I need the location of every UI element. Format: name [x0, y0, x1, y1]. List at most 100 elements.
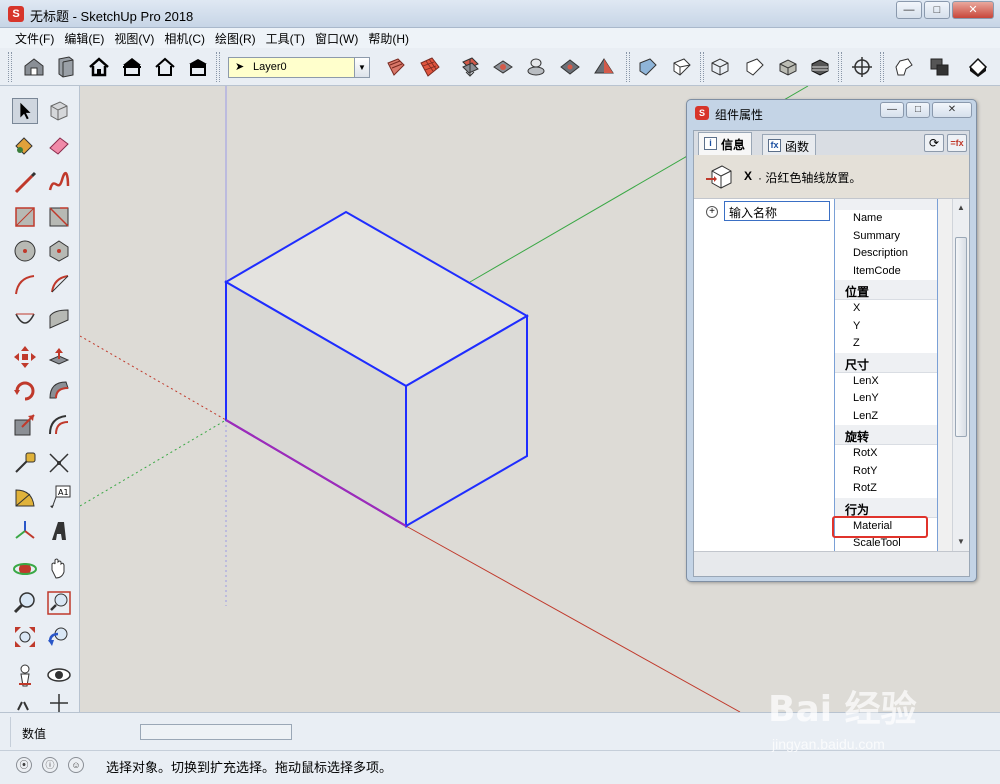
- tab-functions[interactable]: fx 函数: [762, 134, 817, 155]
- pencil-line-icon[interactable]: [12, 170, 38, 196]
- pan-icon[interactable]: [46, 556, 72, 582]
- shaded-icon[interactable]: [708, 55, 732, 79]
- offset-icon[interactable]: [46, 412, 72, 438]
- tab-info[interactable]: i 信息: [698, 132, 753, 155]
- zoom-window-icon[interactable]: [46, 590, 72, 616]
- scroll-down-icon[interactable]: ▼: [953, 535, 969, 549]
- dimension-icon[interactable]: [46, 450, 72, 476]
- tape-measure-icon[interactable]: [12, 450, 38, 476]
- rotated-rectangle-icon[interactable]: [46, 204, 72, 230]
- menu-file[interactable]: 文件(F): [10, 28, 59, 48]
- follow-me-icon[interactable]: [46, 378, 72, 404]
- toolbar-grip[interactable]: [838, 52, 842, 82]
- sandbox-icon[interactable]: [418, 55, 442, 79]
- xray-icon[interactable]: [592, 55, 616, 79]
- polygon-icon[interactable]: [46, 238, 72, 264]
- attribute-item[interactable]: Summary: [835, 228, 937, 246]
- section-icon[interactable]: [384, 55, 408, 79]
- attribute-item[interactable]: LenX: [835, 373, 937, 391]
- hidden-line-icon[interactable]: [670, 55, 694, 79]
- minimize-button[interactable]: —: [896, 1, 922, 19]
- attribute-item[interactable]: LenY: [835, 390, 937, 408]
- pie-icon[interactable]: [46, 272, 72, 298]
- text-icon[interactable]: A1: [46, 484, 72, 510]
- menu-window[interactable]: 窗口(W): [310, 28, 363, 48]
- toolbar-grip[interactable]: [216, 52, 220, 82]
- maximize-button[interactable]: □: [924, 1, 950, 19]
- menu-draw[interactable]: 绘图(R): [210, 28, 261, 48]
- attribute-item[interactable]: RotZ: [835, 480, 937, 498]
- eraser-icon[interactable]: [46, 132, 72, 158]
- credits-icon[interactable]: ⓘ: [42, 757, 58, 773]
- chevron-down-icon[interactable]: ▼: [354, 58, 369, 77]
- home-icon[interactable]: [87, 55, 111, 79]
- close-button[interactable]: ✕: [952, 1, 994, 19]
- walk-tool-icon[interactable]: [12, 692, 38, 712]
- menu-view[interactable]: 视图(V): [109, 28, 159, 48]
- measurements-input[interactable]: [140, 724, 292, 740]
- formula-toggle-icon[interactable]: =fx: [947, 134, 967, 152]
- rotate-icon[interactable]: [12, 378, 38, 404]
- user-icon[interactable]: ☺: [68, 757, 84, 773]
- attribute-item[interactable]: LenZ: [835, 408, 937, 426]
- attribute-item[interactable]: Z: [835, 335, 937, 353]
- protractor-icon[interactable]: [12, 484, 38, 510]
- scroll-up-icon[interactable]: ▲: [953, 201, 969, 215]
- walk-icon[interactable]: [524, 55, 548, 79]
- orbit-icon[interactable]: [12, 556, 38, 582]
- axes-tool-icon[interactable]: [12, 518, 38, 544]
- previous-view-icon[interactable]: [46, 624, 72, 650]
- menu-tools[interactable]: 工具(T): [261, 28, 310, 48]
- circle-icon[interactable]: [12, 238, 38, 264]
- menu-help[interactable]: 帮助(H): [363, 28, 414, 48]
- box-component[interactable]: [224, 210, 530, 528]
- two-point-arc-icon[interactable]: [12, 306, 38, 332]
- geo-location-icon[interactable]: ⦿: [16, 757, 32, 773]
- freehand-icon[interactable]: [46, 170, 72, 196]
- dialog-maximize-button[interactable]: □: [906, 102, 930, 118]
- rectangle-icon[interactable]: [12, 204, 38, 230]
- layer-dropdown[interactable]: ➤ Layer0 ▼: [228, 57, 370, 78]
- toolbar-grip[interactable]: [626, 52, 630, 82]
- solid-tools-icon[interactable]: [928, 55, 952, 79]
- attribute-item[interactable]: Description: [835, 245, 937, 263]
- attribute-item[interactable]: RotX: [835, 445, 937, 463]
- position-camera-tool-icon[interactable]: [12, 662, 38, 688]
- wireframe-icon[interactable]: [636, 55, 660, 79]
- house-icon[interactable]: [120, 55, 144, 79]
- attribute-item[interactable]: RotY: [835, 463, 937, 481]
- scale-icon[interactable]: [12, 412, 38, 438]
- move-icon[interactable]: [12, 344, 38, 370]
- monochrome-icon[interactable]: [743, 55, 767, 79]
- expand-icon[interactable]: +: [706, 206, 718, 218]
- refresh-icon[interactable]: ⟳: [924, 134, 944, 152]
- styles-icon[interactable]: [808, 55, 832, 79]
- dialog-close-button[interactable]: ✕: [932, 102, 972, 118]
- scroll-thumb[interactable]: [955, 237, 967, 437]
- warehouse-icon[interactable]: [22, 55, 46, 79]
- attribute-item[interactable]: Name: [835, 210, 937, 228]
- toolbar-grip[interactable]: [700, 52, 704, 82]
- paint-bucket-icon[interactable]: [12, 132, 38, 158]
- section-plane-icon[interactable]: [46, 692, 72, 712]
- texture-icon[interactable]: [458, 55, 482, 79]
- toolbar-grip[interactable]: [880, 52, 884, 82]
- attribute-item[interactable]: Y: [835, 318, 937, 336]
- menu-camera[interactable]: 相机(C): [159, 28, 210, 48]
- building-icon[interactable]: [186, 55, 210, 79]
- component-icon[interactable]: [54, 55, 78, 79]
- back-edges-icon[interactable]: [776, 55, 800, 79]
- toolbar-grip[interactable]: [8, 52, 12, 82]
- attribute-item[interactable]: X: [835, 300, 937, 318]
- 3d-text-icon[interactable]: [46, 518, 72, 544]
- zoom-icon[interactable]: [12, 590, 38, 616]
- outline-house-icon[interactable]: [153, 55, 177, 79]
- menu-edit[interactable]: 编辑(E): [59, 28, 109, 48]
- three-point-arc-icon[interactable]: [46, 306, 72, 332]
- hand-icon[interactable]: [892, 55, 916, 79]
- component-name-input[interactable]: 输入名称: [724, 201, 830, 221]
- select-icon[interactable]: [12, 98, 38, 124]
- dialog-title-bar[interactable]: S 组件属性 — □ ✕: [687, 100, 976, 126]
- push-pull-icon[interactable]: [46, 344, 72, 370]
- position-camera-icon[interactable]: [491, 55, 515, 79]
